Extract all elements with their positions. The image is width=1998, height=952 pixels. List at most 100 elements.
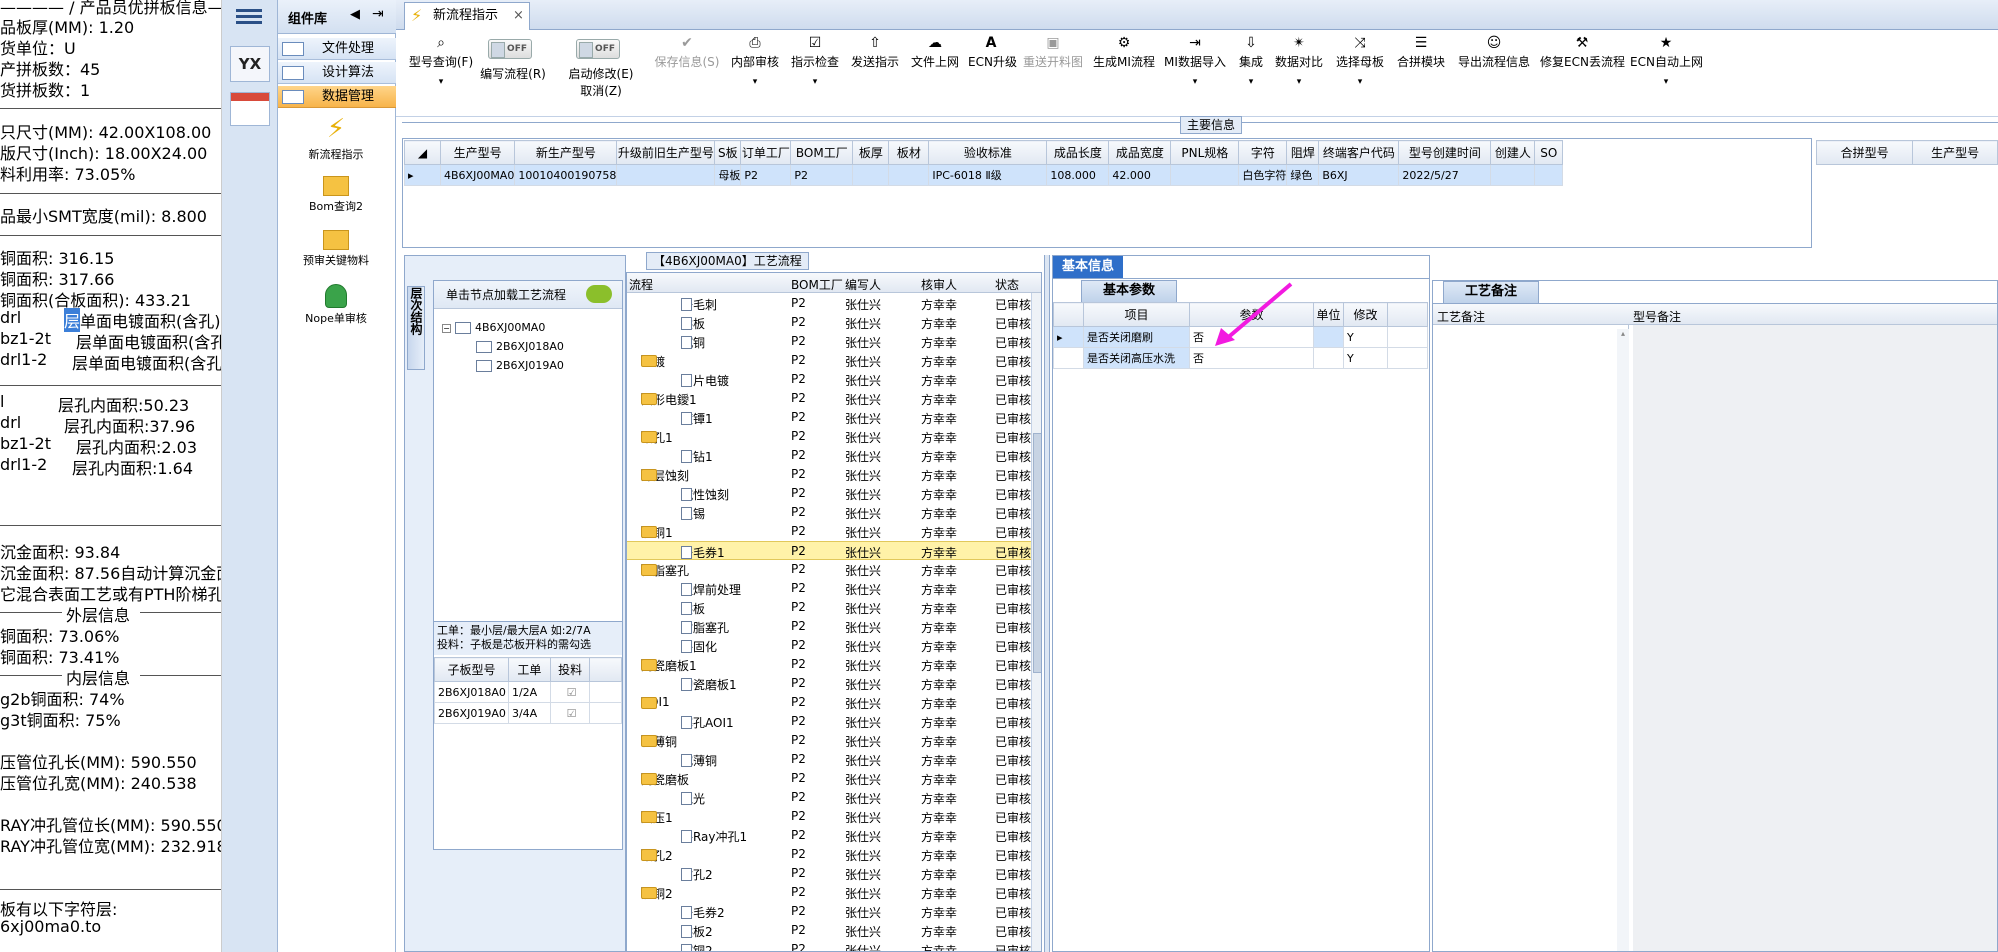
cancel-label[interactable]: 取消(Z) xyxy=(566,82,636,99)
main-info-column-header[interactable]: BOM工厂 xyxy=(790,140,854,165)
process-step-row[interactable]: 沉铜2 P2 张仕兴 方幸幸 已审核 xyxy=(627,940,1041,951)
tree-node-child[interactable]: 2B6XJ018A0 xyxy=(476,340,564,353)
data-compare-button[interactable]: ✴ 数据对比 ▾ xyxy=(1274,31,1324,117)
menu-icon[interactable] xyxy=(236,6,262,28)
main-info-column-header[interactable]: 新生产型号 xyxy=(514,140,618,165)
merge-column-header[interactable]: 生产型号 xyxy=(1912,140,1998,165)
chevron-down-icon[interactable]: ▾ xyxy=(1274,77,1324,87)
main-info-column-header[interactable]: 订单工厂 xyxy=(740,140,792,165)
param-modify[interactable]: Y xyxy=(1343,326,1388,348)
feed-checkbox[interactable]: ☑ xyxy=(549,702,591,724)
main-info-column-header[interactable]: 板厚 xyxy=(852,140,890,165)
param-modify[interactable]: Y xyxy=(1343,347,1388,369)
process-step-row[interactable]: 终固化 P2 张仕兴 方幸幸 已审核 xyxy=(627,636,1041,655)
chevron-down-icon[interactable]: ▾ xyxy=(1332,77,1388,87)
process-step-row[interactable]: 烘板2 P2 张仕兴 方幸幸 已审核 xyxy=(627,921,1041,940)
integrate-button[interactable]: ⇩ 集成 ▾ xyxy=(1234,31,1268,117)
column-header[interactable]: BOM工厂 xyxy=(791,276,843,293)
process-group-row[interactable]: −AOI1P2张仕兴方幸幸已审核 xyxy=(627,693,1041,712)
merge-module-button[interactable]: ☰ 合拼模块 xyxy=(1396,31,1446,117)
nope-review-tool[interactable]: Nope单审核 xyxy=(286,280,386,326)
start-edit-toggle[interactable]: OFF xyxy=(576,39,620,59)
main-info-column-header[interactable]: S板 xyxy=(714,140,742,165)
tree-node-root[interactable]: − 4B6XJ00MA0 xyxy=(442,321,545,334)
main-info-column-header[interactable]: 升级前旧生产型号 xyxy=(616,140,716,165)
export-flow-info-button[interactable]: ☺ 导出流程信息 xyxy=(1454,31,1534,117)
main-info-column-header[interactable]: 生产型号 xyxy=(439,140,516,165)
process-step-row[interactable]: 钻孔2 P2 张仕兴 方幸幸 已审核 xyxy=(627,864,1041,883)
process-group-row[interactable]: −沉铜2P2张仕兴方幸幸已审核 xyxy=(627,883,1041,902)
file-upload-button[interactable]: ☁ 文件上网 xyxy=(910,31,960,117)
merge-grid[interactable]: 合拼型号 生产型号 xyxy=(1815,140,1998,165)
select-mother-board-button[interactable]: ⤨ 选择母板 ▾ xyxy=(1332,31,1388,117)
column-header[interactable]: 流程 xyxy=(629,276,653,293)
tab-craft-notes[interactable]: 工艺备注 xyxy=(1443,281,1539,303)
param-value-input[interactable]: 否 xyxy=(1189,347,1314,369)
main-info-column-header[interactable]: 成品宽度 xyxy=(1108,140,1172,165)
tab-new-flow[interactable]: ⚡ 新流程指示 × xyxy=(404,2,530,30)
column-header[interactable]: 单位 xyxy=(1313,302,1344,327)
component-item-file[interactable]: 文件处理 xyxy=(278,38,396,60)
feed-checkbox[interactable]: ☑ xyxy=(549,681,591,703)
process-group-row[interactable]: −陶瓷磨板P2张仕兴方幸幸已审核 xyxy=(627,769,1041,788)
process-group-row[interactable]: −沉铜1P2张仕兴方幸幸已审核 xyxy=(627,522,1041,541)
craft-notes-textarea[interactable] xyxy=(1433,325,1629,951)
sub-board-row[interactable]: 2B6XJ018A0 1/2A ☑ xyxy=(434,681,622,703)
merge-column-header[interactable]: 合拼型号 xyxy=(1815,140,1914,165)
process-step-row[interactable]: 负片电镀 P2 张仕兴 方幸幸 已审核 xyxy=(627,370,1041,389)
vertical-splitter[interactable] xyxy=(1044,255,1050,952)
process-group-row[interactable]: −电镀P2张仕兴方幸幸已审核 xyxy=(627,351,1041,370)
new-flow-tool[interactable]: ⚡ 新流程指示 xyxy=(286,112,386,162)
process-step-row[interactable]: 抛光 P2 张仕兴 方幸幸 已审核 xyxy=(627,788,1041,807)
main-info-column-header[interactable]: 板材 xyxy=(888,140,930,165)
main-info-row[interactable]: ▸ 4B6XJ00MA0 10010400190758 母板 P2 P2 IPC-6018 … xyxy=(404,164,1564,186)
sub-board-grid[interactable]: 子板型号 工单 投料 2B6XJ018A0 1/2A ☑ 2B6XJ019A0 3/4A ☑ xyxy=(434,657,622,724)
calendar-icon[interactable] xyxy=(230,92,270,126)
ecn-auto-upload-button[interactable]: ★ ECN自动上网 ▾ xyxy=(1630,31,1703,117)
collapse-icon[interactable]: − xyxy=(442,323,451,333)
component-item-design[interactable]: 设计算法 xyxy=(278,62,396,84)
column-header[interactable]: 核审人 xyxy=(921,276,957,293)
mi-data-import-button[interactable]: ⇥ MI数据导入 ▾ xyxy=(1162,31,1228,117)
process-step-row[interactable]: 塞孔AOI1 P2 张仕兴 方幸幸 已审核 xyxy=(627,712,1041,731)
process-step-row[interactable]: 烘板 P2 张仕兴 方幸幸 已审核 xyxy=(627,598,1041,617)
process-group-row[interactable]: −树脂塞孔P2张仕兴方幸幸已审核 xyxy=(627,560,1041,579)
process-step-row[interactable]: 减薄铜 P2 张仕兴 方幸幸 已审核 xyxy=(627,750,1041,769)
internal-review-button[interactable]: ⎙ 内部审核 ▾ xyxy=(730,31,780,117)
app-logo-icon[interactable]: YX xyxy=(230,46,270,82)
tab-basic-params[interactable]: 基本参数 xyxy=(1081,280,1177,302)
process-group-row[interactable]: −钻孔2P2张仕兴方幸幸已审核 xyxy=(627,845,1041,864)
process-group-row[interactable]: −减薄铜P2张仕兴方幸幸已审核 xyxy=(627,731,1041,750)
param-row[interactable]: 是否关闭高压水洗否 Y xyxy=(1053,347,1428,369)
basic-info-header[interactable]: 基本信息 xyxy=(1053,256,1123,278)
sub-board-row[interactable]: 2B6XJ019A0 3/4A ☑ xyxy=(434,702,622,724)
process-step-row[interactable]: 烘板 P2 张仕兴 方幸幸 已审核 xyxy=(627,313,1041,332)
main-info-column-header[interactable]: 终端客户代码 xyxy=(1318,140,1400,165)
process-scrollbar[interactable] xyxy=(1031,293,1041,951)
process-step-row[interactable]: 沉铜 P2 张仕兴 方幸幸 已审核 xyxy=(627,332,1041,351)
instruction-check-button[interactable]: ☑ 指示检查 ▾ xyxy=(790,31,840,117)
main-info-column-header[interactable]: 验收标准 xyxy=(928,140,1048,165)
chevron-down-icon[interactable]: ▾ xyxy=(408,77,474,87)
main-info-column-header[interactable]: SO xyxy=(1534,140,1564,165)
close-icon[interactable]: × xyxy=(513,3,524,29)
process-group-row[interactable]: −层压1P2张仕兴方幸幸已审核 xyxy=(627,807,1041,826)
process-step-row[interactable]: 去毛券1 P2 张仕兴 方幸幸 已审核 xyxy=(627,541,1041,560)
process-group-row[interactable]: −图形电鑀1P2张仕兴方幸幸已审核 xyxy=(627,389,1041,408)
pin-icon[interactable]: ⇥ xyxy=(372,6,384,22)
process-step-row[interactable]: 碱性蚀刻 P2 张仕兴 方幸幸 已审核 xyxy=(627,484,1041,503)
process-step-row[interactable]: 去毛刺 P2 张仕兴 方幸幸 已审核 xyxy=(627,294,1041,313)
column-header[interactable]: 编写人 xyxy=(845,276,881,293)
process-step-row[interactable]: 去毛券2 P2 张仕兴 方幸幸 已审核 xyxy=(627,902,1041,921)
ecn-upgrade-button[interactable]: A ECN升级 xyxy=(968,31,1017,117)
chevron-down-icon[interactable]: ▾ xyxy=(1630,77,1702,87)
process-group-row[interactable]: −钻孔1P2张仕兴方幸幸已审核 xyxy=(627,427,1041,446)
bom-query-tool[interactable]: Bom查询2 xyxy=(286,172,386,214)
column-header[interactable]: 修改 xyxy=(1343,302,1388,327)
main-info-column-header[interactable]: 阻焊 xyxy=(1286,140,1320,165)
chevron-down-icon[interactable]: ▾ xyxy=(730,77,780,87)
process-step-row[interactable]: 陶瓷磨板1 P2 张仕兴 方幸幸 已审核 xyxy=(627,674,1041,693)
write-flow-toggle[interactable]: OFF xyxy=(488,39,532,59)
column-header[interactable]: 状态 xyxy=(995,276,1019,293)
process-step-row[interactable]: 阻焊前处理 P2 张仕兴 方幸幸 已审核 xyxy=(627,579,1041,598)
